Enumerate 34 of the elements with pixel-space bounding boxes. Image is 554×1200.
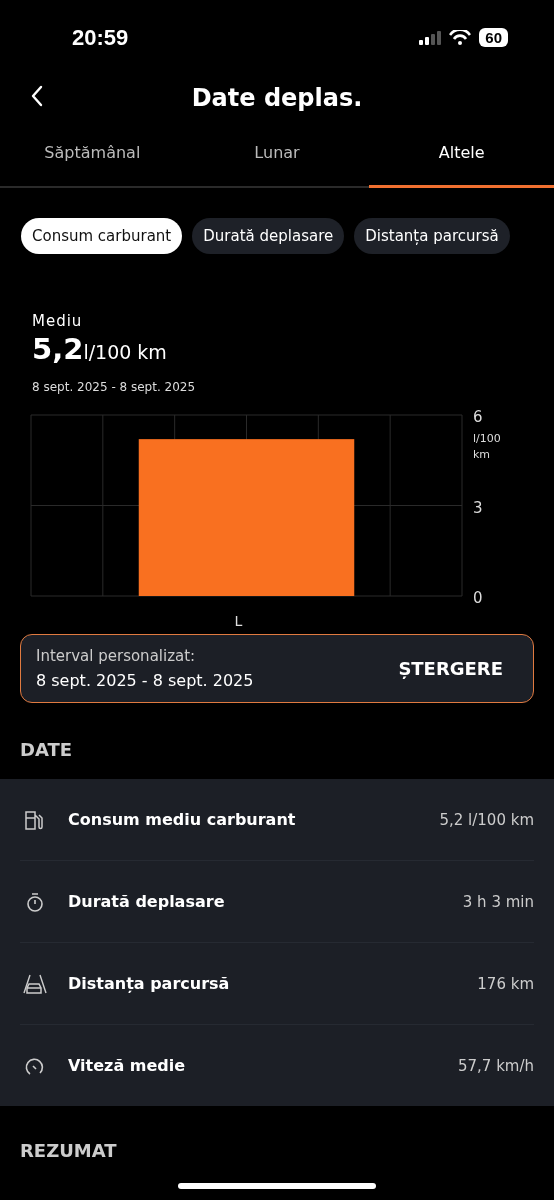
status-time: 20:59	[72, 24, 129, 51]
filter-chip[interactable]: Durată deplasare	[192, 218, 345, 254]
y-axis-tick: 0	[473, 589, 483, 607]
row-label: Consum mediu carburant	[68, 810, 297, 829]
clear-button[interactable]: ȘTERGERE	[398, 658, 503, 679]
car-on-road-icon	[22, 972, 48, 995]
signal-icon	[419, 30, 442, 45]
filter-chip[interactable]: Consum carburant	[21, 218, 183, 254]
row-label: Distanța parcursă	[68, 974, 231, 993]
x-axis-label: L	[234, 613, 243, 626]
back-icon[interactable]	[30, 85, 44, 107]
row-label: Durată deplasare	[68, 892, 226, 911]
y-axis-tick: 3	[473, 498, 483, 517]
y-axis-unit: l/100 km	[473, 432, 501, 461]
section-title: DATE	[19, 738, 74, 762]
interval-range: 8 sept. 2025 - 8 sept. 2025	[36, 671, 254, 690]
battery-indicator: 60	[479, 28, 508, 47]
date-range: 8 sept. 2025 - 8 sept. 2025	[32, 380, 197, 394]
tab[interactable]: Săptămânal	[0, 120, 185, 188]
row-value: 5,2 l/100 km	[439, 810, 534, 829]
row-value: 3 h 3 min	[462, 892, 534, 911]
row-value: 57,7 km/h	[457, 1056, 534, 1075]
tab[interactable]: Altele	[369, 120, 554, 188]
section-title: REZUMAT	[19, 1139, 118, 1163]
y-axis-tick: 6	[473, 408, 483, 426]
row-label: Viteză medie	[68, 1056, 187, 1075]
screen-title: Date deplas.	[191, 83, 363, 112]
average-value: 5,2 l/100 km	[32, 332, 168, 366]
wifi-icon	[449, 29, 472, 46]
row-value: 176 km	[477, 974, 534, 993]
filter-chip[interactable]: Distanța parcursă	[354, 218, 510, 254]
tab[interactable]: Lunar	[184, 120, 370, 188]
interval-label: Interval personalizat:	[36, 647, 197, 665]
average-label: Mediu	[32, 312, 84, 330]
